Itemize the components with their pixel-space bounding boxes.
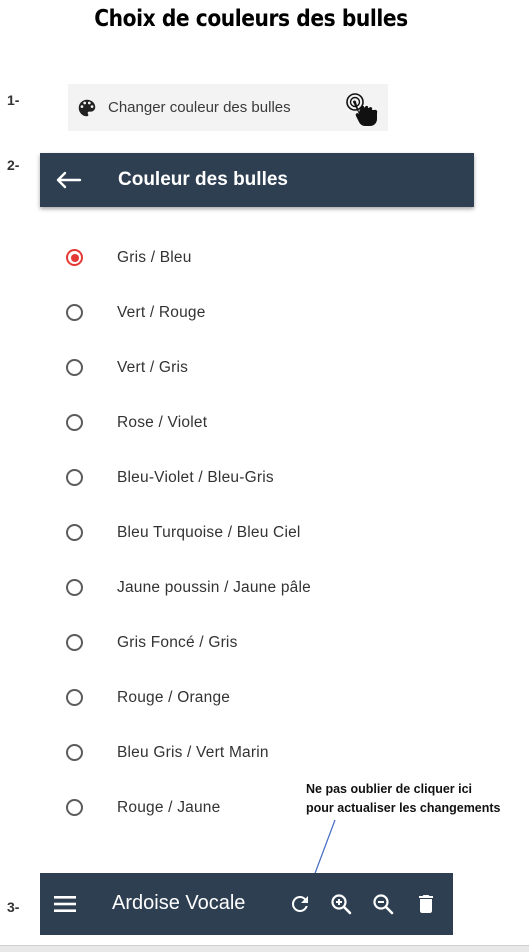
radio-button[interactable] (66, 359, 83, 376)
color-option-label: Rouge / Jaune (117, 798, 221, 816)
radio-button[interactable] (66, 689, 83, 706)
radio-button[interactable] (66, 414, 83, 431)
color-option-label: Vert / Rouge (117, 303, 206, 321)
radio-button[interactable] (66, 744, 83, 761)
color-option-label: Rose / Violet (117, 413, 208, 431)
color-option[interactable]: Bleu-Violet / Bleu-Gris (0, 450, 520, 505)
color-option[interactable]: Bleu Gris / Vert Marin (0, 725, 520, 780)
page-title: Choix de couleurs des bulles (94, 6, 408, 32)
color-option[interactable]: Gris Foncé / Gris (0, 615, 520, 670)
color-option-label: Gris / Bleu (117, 248, 192, 266)
radio-button[interactable] (66, 799, 83, 816)
zoom-out-icon[interactable] (371, 892, 395, 916)
step-3-label: 3- (7, 899, 20, 915)
color-option-label: Bleu Turquoise / Bleu Ciel (117, 523, 301, 541)
radio-button[interactable] (66, 524, 83, 541)
color-option-label: Vert / Gris (117, 358, 189, 376)
step-2-label: 2- (7, 157, 20, 173)
step-1-label: 1- (7, 92, 20, 108)
zoom-in-icon[interactable] (329, 892, 353, 916)
app-toolbar: Ardoise Vocale (40, 873, 453, 935)
change-bubble-color-label: Changer couleur des bulles (108, 99, 291, 116)
color-option[interactable]: Rouge / Orange (0, 670, 520, 725)
color-option-label: Bleu-Violet / Bleu-Gris (117, 468, 274, 486)
color-option[interactable]: Bleu Turquoise / Bleu Ciel (0, 505, 520, 560)
refresh-icon[interactable] (288, 892, 312, 916)
color-option[interactable]: Jaune poussin / Jaune pâle (0, 560, 520, 615)
radio-button[interactable] (66, 634, 83, 651)
color-option-label: Gris Foncé / Gris (117, 633, 238, 651)
radio-button[interactable] (66, 304, 83, 321)
color-dialog-header: Couleur des bulles (40, 153, 474, 207)
back-arrow-icon[interactable] (54, 170, 82, 190)
color-option[interactable]: Vert / Rouge (0, 285, 520, 340)
dialog-title: Couleur des bulles (118, 169, 288, 190)
change-bubble-color-menu-item[interactable]: Changer couleur des bulles (68, 84, 388, 131)
color-option-label: Rouge / Orange (117, 688, 231, 706)
color-option-label: Bleu Gris / Vert Marin (117, 743, 269, 761)
palette-icon (78, 99, 96, 116)
radio-button[interactable] (66, 469, 83, 486)
tap-hand-icon (346, 93, 378, 126)
color-option[interactable]: Vert / Gris (0, 340, 520, 395)
note-line-1: Ne pas oublier de cliquer ici (306, 782, 473, 796)
radio-button[interactable] (66, 579, 83, 596)
menu-icon[interactable] (54, 895, 76, 913)
refresh-reminder-note: Ne pas oublier de cliquer ici pour actua… (306, 780, 501, 818)
color-option-label: Jaune poussin / Jaune pâle (117, 578, 311, 596)
color-option[interactable]: Gris / Bleu (0, 230, 520, 285)
radio-button-selected[interactable] (66, 249, 83, 266)
note-line-2: pour actualiser les changements (306, 801, 501, 815)
app-title: Ardoise Vocale (112, 892, 246, 914)
delete-icon[interactable] (414, 892, 438, 916)
color-option[interactable]: Rose / Violet (0, 395, 520, 450)
